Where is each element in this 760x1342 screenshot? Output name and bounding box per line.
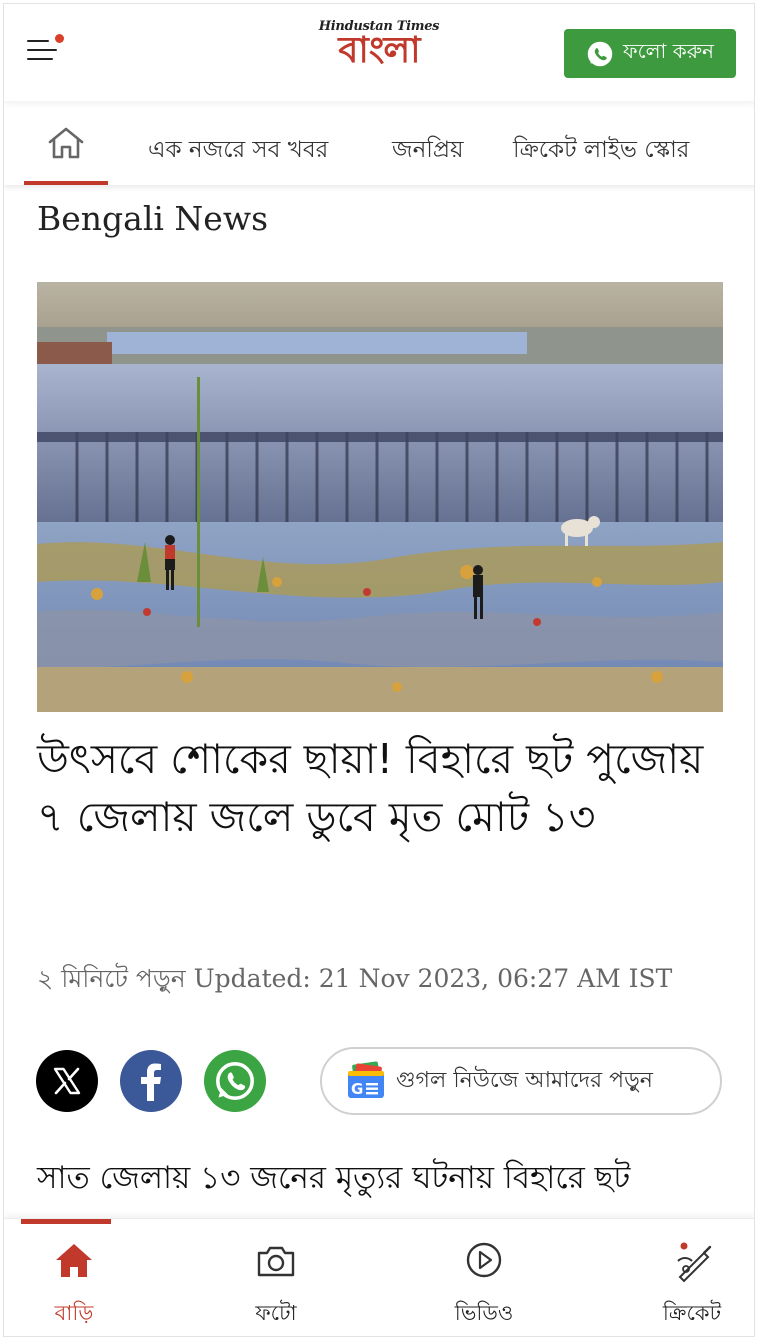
site-logo[interactable]: Hindustan Times বাংলা bbox=[304, 20, 454, 80]
whatsapp-icon bbox=[216, 1062, 254, 1100]
share-whatsapp-button[interactable] bbox=[204, 1050, 266, 1112]
google-news-icon: G bbox=[348, 1061, 384, 1098]
follow-label: ফলো করুন bbox=[623, 39, 714, 63]
nav-home[interactable] bbox=[24, 101, 108, 185]
bottom-nav-active-indicator bbox=[21, 1219, 111, 1224]
facebook-icon bbox=[141, 1063, 161, 1101]
article-body: সাত জেলায় ১৩ জনের মৃত্যুর ঘটনায় বিহারে… bbox=[37, 1160, 631, 1196]
bottom-nav-home[interactable]: বাড়ি bbox=[4, 1219, 144, 1336]
page-frame: Hindustan Times বাংলা ফলো করুন এক নজরে স… bbox=[3, 3, 755, 1337]
google-news-button[interactable]: G গুগল নিউজে আমাদের পড়ুন bbox=[320, 1047, 722, 1115]
article-headline: উৎসবে শোকের ছায়া! বিহারে ছট পুজোয় ৭ জে… bbox=[37, 735, 704, 841]
svg-text:G: G bbox=[351, 1080, 363, 1098]
bottom-nav-photo[interactable]: ফটো bbox=[206, 1219, 346, 1336]
bottom-nav-video-label: ভিডিও bbox=[454, 1301, 514, 1325]
home-icon bbox=[48, 127, 84, 159]
logo-main-text: বাংলা bbox=[338, 30, 420, 71]
play-icon bbox=[466, 1242, 502, 1278]
nav-active-indicator bbox=[24, 181, 108, 185]
header: Hindustan Times বাংলা ফলো করুন bbox=[4, 4, 754, 101]
notification-dot bbox=[55, 34, 64, 43]
top-nav: এক নজরে সব খবর জনপ্রিয় ক্রিকেট লাইভ স্ক… bbox=[4, 101, 754, 185]
article-image bbox=[37, 282, 723, 712]
share-facebook-button[interactable] bbox=[120, 1050, 182, 1112]
bottom-nav-home-label: বাড়ি bbox=[54, 1301, 94, 1325]
camera-icon bbox=[257, 1246, 295, 1277]
share-x-button[interactable] bbox=[36, 1050, 98, 1112]
google-news-label: গুগল নিউজে আমাদের পড়ুন bbox=[396, 1067, 653, 1093]
nav-item-cricket-live[interactable]: ক্রিকেট লাইভ স্কোর bbox=[513, 131, 689, 170]
bottom-nav-cricket[interactable]: ক্রিকেট bbox=[622, 1219, 754, 1336]
nav-item-popular[interactable]: জনপ্রিয় bbox=[392, 131, 464, 170]
bottom-nav-cricket-label: ক্রিকেট bbox=[662, 1301, 722, 1325]
section-title[interactable]: Bengali News bbox=[37, 199, 268, 238]
bottom-nav: বাড়ি ফটো ভিডিও ক্রিকেট bbox=[4, 1218, 754, 1336]
cricket-icon bbox=[677, 1242, 712, 1283]
x-icon bbox=[53, 1067, 81, 1095]
bottom-nav-video[interactable]: ভিডিও bbox=[414, 1219, 554, 1336]
follow-button[interactable]: ফলো করুন bbox=[564, 29, 736, 78]
nav-item-all-news[interactable]: এক নজরে সব খবর bbox=[148, 131, 328, 170]
article-meta: ২ মিনিটে পড়ুন Updated: 21 Nov 2023, 06:… bbox=[37, 964, 673, 993]
bottom-nav-photo-label: ফটো bbox=[255, 1301, 297, 1325]
home-icon bbox=[56, 1244, 92, 1277]
menu-icon[interactable] bbox=[24, 32, 68, 72]
whatsapp-icon bbox=[587, 41, 613, 66]
